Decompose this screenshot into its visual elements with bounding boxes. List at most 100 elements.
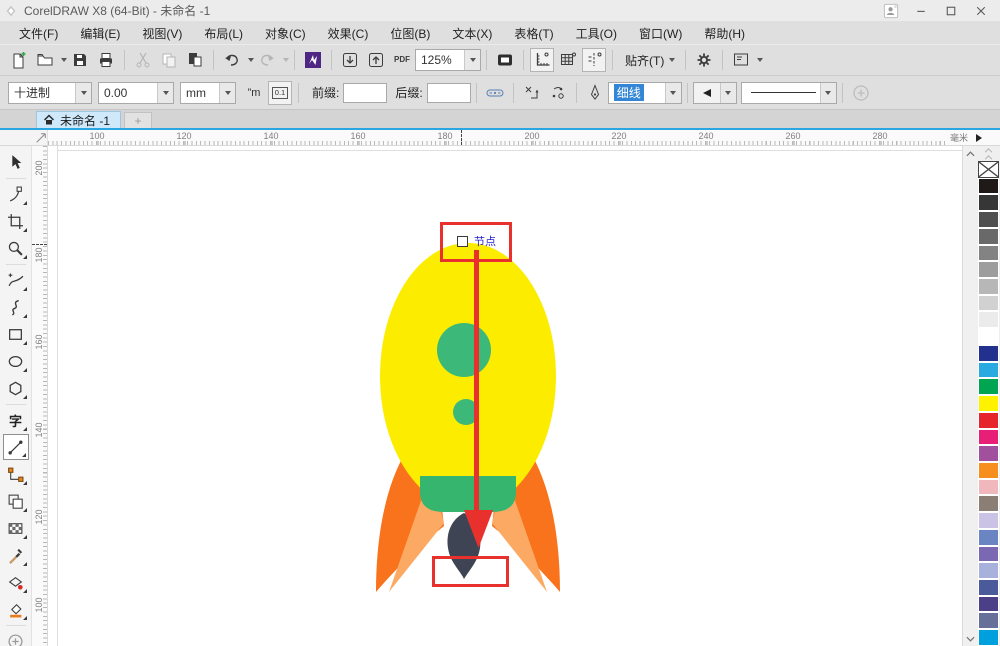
menu-help[interactable]: 帮助(H)	[693, 22, 756, 44]
scroll-up-button[interactable]	[963, 146, 977, 161]
ruler-origin-button[interactable]	[0, 130, 48, 145]
view-guidelines-icon[interactable]	[582, 48, 606, 72]
color-swatch[interactable]	[978, 629, 999, 646]
palette-scroll-up-icon[interactable]	[978, 147, 999, 154]
menu-table[interactable]: 表格(T)	[503, 22, 564, 44]
undo-dropdown[interactable]	[248, 58, 254, 62]
color-swatch[interactable]	[978, 612, 999, 630]
view-rulers-icon[interactable]	[530, 48, 554, 72]
color-swatch[interactable]	[978, 278, 999, 295]
color-swatch[interactable]	[978, 244, 999, 262]
color-swatch[interactable]	[978, 194, 999, 212]
full-screen-preview-icon[interactable]	[493, 48, 517, 72]
menu-edit[interactable]: 编辑(E)	[69, 22, 131, 44]
dimension-units-combo[interactable]: mm	[180, 81, 236, 104]
dynamic-dimension-icon[interactable]	[520, 81, 544, 105]
text-position-icon[interactable]	[546, 81, 570, 105]
node-handle[interactable]	[457, 236, 468, 247]
show-units-toggle[interactable]: ”m	[242, 81, 266, 105]
suffix-input[interactable]	[426, 82, 471, 103]
export-icon[interactable]	[364, 48, 388, 72]
publish-pdf-icon[interactable]: PDF	[390, 48, 414, 72]
account-icon[interactable]	[876, 1, 906, 21]
scrollbar-track[interactable]	[963, 161, 977, 631]
save-icon[interactable]	[68, 48, 92, 72]
options-gear-icon[interactable]	[692, 48, 716, 72]
smart-fill-tool[interactable]	[3, 569, 29, 595]
color-swatch[interactable]	[978, 528, 999, 546]
view-grid-icon[interactable]	[556, 48, 580, 72]
color-swatch[interactable]	[978, 294, 999, 312]
color-swatch[interactable]	[978, 562, 999, 579]
color-swatch[interactable]	[978, 478, 999, 496]
menu-text[interactable]: 文本(X)	[441, 22, 503, 44]
menu-view[interactable]: 视图(V)	[131, 22, 193, 44]
line-style-combo[interactable]	[740, 81, 837, 104]
snap-to-button[interactable]: 贴齐(T)	[619, 48, 679, 72]
close-button[interactable]	[966, 1, 996, 21]
curve-tool[interactable]	[3, 294, 29, 320]
print-icon[interactable]	[94, 48, 118, 72]
prefix-input[interactable]	[343, 82, 388, 103]
undo-icon[interactable]	[220, 48, 244, 72]
paste-icon[interactable]	[183, 48, 207, 72]
fill-tool[interactable]	[3, 596, 29, 622]
connector-tool[interactable]	[3, 461, 29, 487]
color-swatch[interactable]	[978, 595, 999, 613]
pick-tool[interactable]	[3, 149, 29, 175]
polygon-tool[interactable]	[3, 375, 29, 401]
maximize-button[interactable]	[936, 1, 966, 21]
color-swatch[interactable]	[978, 361, 999, 379]
window-layout-dropdown[interactable]	[757, 58, 764, 62]
rectangle-tool[interactable]	[3, 321, 29, 347]
transparency-tool[interactable]	[3, 515, 29, 541]
ellipse-tool[interactable]	[3, 348, 29, 374]
new-tab-button[interactable]: +	[124, 112, 153, 128]
color-swatch[interactable]	[978, 461, 999, 479]
color-swatch[interactable]	[978, 428, 999, 446]
document-tab-active[interactable]: 未命名 -1	[36, 111, 122, 128]
shape-tool[interactable]	[3, 181, 29, 207]
new-document-icon[interactable]	[7, 48, 31, 72]
color-swatch[interactable]	[978, 545, 999, 563]
arrowhead-combo[interactable]	[692, 81, 737, 104]
color-swatch[interactable]	[978, 411, 999, 429]
color-swatch[interactable]	[978, 578, 999, 596]
dimension-label-pill-icon[interactable]	[483, 81, 507, 105]
eyedropper-tool[interactable]	[3, 542, 29, 568]
menu-effects[interactable]: 效果(C)	[317, 22, 380, 44]
color-swatch[interactable]	[978, 395, 999, 412]
menu-object[interactable]: 对象(C)	[254, 22, 317, 44]
color-swatch[interactable]	[978, 445, 999, 462]
menu-layout[interactable]: 布局(L)	[193, 22, 254, 44]
color-swatch[interactable]	[978, 261, 999, 279]
outline-width-combo[interactable]: 细线	[607, 81, 682, 104]
color-swatch[interactable]	[978, 378, 999, 396]
text-tool[interactable]: 字	[3, 407, 29, 433]
open-icon[interactable]	[33, 48, 57, 72]
vertical-scrollbar[interactable]	[962, 146, 977, 646]
palette-scroll-up-icon[interactable]	[978, 154, 999, 161]
dimension-tool[interactable]	[2, 434, 29, 460]
color-swatch[interactable]	[978, 495, 999, 513]
open-dropdown[interactable]	[61, 58, 67, 62]
zoom-tool[interactable]	[3, 235, 29, 261]
dimension-precision-combo[interactable]: 0.00	[98, 81, 174, 104]
import-icon[interactable]	[338, 48, 362, 72]
scroll-down-button[interactable]	[963, 631, 977, 646]
freehand-tool[interactable]	[3, 267, 29, 293]
minimize-button[interactable]	[906, 1, 936, 21]
zoom-level-combo[interactable]: 125%	[415, 49, 481, 71]
color-swatch[interactable]	[978, 344, 999, 362]
color-swatch[interactable]	[978, 211, 999, 228]
color-swatch[interactable]	[978, 311, 999, 329]
window-layout-icon[interactable]	[729, 48, 753, 72]
color-swatch[interactable]	[978, 512, 999, 529]
menu-tools[interactable]: 工具(O)	[565, 22, 628, 44]
no-color-swatch[interactable]	[978, 161, 999, 178]
dimension-style-combo[interactable]: 十进制	[8, 81, 92, 104]
menu-bitmaps[interactable]: 位图(B)	[379, 22, 441, 44]
crop-tool[interactable]	[3, 208, 29, 234]
color-swatch[interactable]	[978, 177, 999, 195]
precision-box-toggle[interactable]: 0.1	[268, 80, 292, 105]
